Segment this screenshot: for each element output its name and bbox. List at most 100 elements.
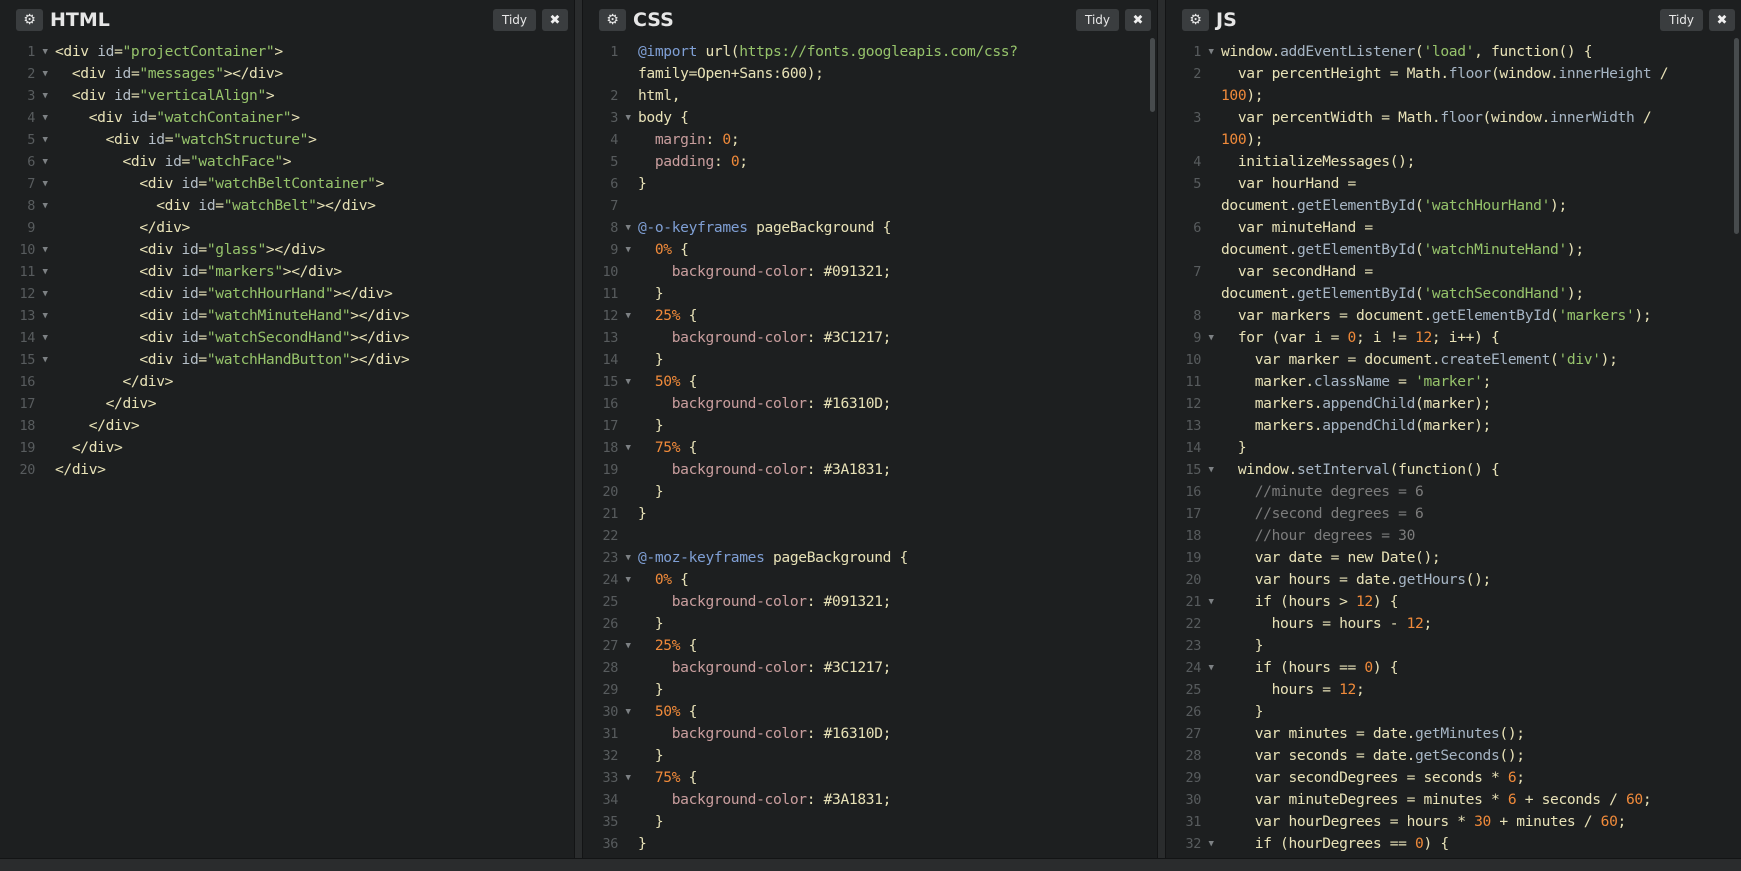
js-code-editor[interactable]: 1 ▼ window.addEventListener('load', functi… [1166, 41, 1741, 858]
css-code-editor[interactable]: 1 @import url(https://fonts.googleapis.co… [583, 41, 1157, 858]
fold-arrow-icon[interactable]: ▼ [39, 41, 51, 63]
code-line[interactable]: 19 var date = new Date(); [1166, 547, 1741, 569]
html-code-editor[interactable]: 1 ▼ <div id="projectContainer"> 2 ▼ <div id=… [0, 41, 574, 858]
code-line[interactable]: 10 background-color: #091321; [583, 261, 1157, 283]
fold-arrow-icon[interactable]: ▼ [1205, 327, 1217, 349]
html-close-icon[interactable]: ✖ [542, 9, 568, 31]
code-line[interactable]: 12 ▼ 25% { [583, 305, 1157, 327]
code-line[interactable]: 16 </div> [0, 371, 574, 393]
code-line[interactable]: 14 } [1166, 437, 1741, 459]
fold-arrow-icon[interactable]: ▼ [622, 547, 634, 569]
code-line[interactable]: 14 ▼ <div id="watchSecondHand"></div> [0, 327, 574, 349]
code-line[interactable]: 10 ▼ <div id="glass"></div> [0, 239, 574, 261]
code-line[interactable]: document.getElementById('watchHourHand')… [1166, 195, 1741, 217]
code-line[interactable]: 30 ▼ 50% { [583, 701, 1157, 723]
code-line[interactable]: 11 ▼ <div id="markers"></div> [0, 261, 574, 283]
fold-arrow-icon[interactable]: ▼ [39, 283, 51, 305]
fold-arrow-icon[interactable]: ▼ [1205, 833, 1217, 855]
fold-arrow-icon[interactable]: ▼ [622, 437, 634, 459]
code-line[interactable]: 28 var seconds = date.getSeconds(); [1166, 745, 1741, 767]
code-line[interactable]: 18 </div> [0, 415, 574, 437]
fold-arrow-icon[interactable]: ▼ [39, 151, 51, 173]
code-line[interactable]: 12 ▼ <div id="watchHourHand"></div> [0, 283, 574, 305]
code-line[interactable]: 3 ▼ <div id="verticalAlign"> [0, 85, 574, 107]
code-line[interactable]: 9 ▼ 0% { [583, 239, 1157, 261]
code-line[interactable]: 1 ▼ window.addEventListener('load', functi… [1166, 41, 1741, 63]
code-line[interactable]: 15 ▼ window.setInterval(function() { [1166, 459, 1741, 481]
code-line[interactable]: 20 var hours = date.getHours(); [1166, 569, 1741, 591]
fold-arrow-icon[interactable]: ▼ [39, 261, 51, 283]
fold-arrow-icon[interactable]: ▼ [39, 305, 51, 327]
code-line[interactable]: 24 ▼ if (hours == 0) { [1166, 657, 1741, 679]
code-line[interactable]: 8 ▼ @-o-keyframes pageBackground { [583, 217, 1157, 239]
code-line[interactable]: 1 @import url(https://fonts.googleapis.co… [583, 41, 1157, 63]
code-line[interactable]: 100); [1166, 85, 1741, 107]
fold-arrow-icon[interactable]: ▼ [39, 195, 51, 217]
fold-arrow-icon[interactable]: ▼ [622, 569, 634, 591]
fold-arrow-icon[interactable]: ▼ [39, 349, 51, 371]
code-line[interactable]: 13 markers.appendChild(marker); [1166, 415, 1741, 437]
fold-arrow-icon[interactable]: ▼ [39, 327, 51, 349]
fold-arrow-icon[interactable]: ▼ [39, 63, 51, 85]
code-line[interactable]: 12 markers.appendChild(marker); [1166, 393, 1741, 415]
code-line[interactable]: 28 background-color: #3C1217; [583, 657, 1157, 679]
fold-arrow-icon[interactable]: ▼ [622, 635, 634, 657]
panel-divider[interactable] [574, 0, 583, 858]
css-tidy-button[interactable]: Tidy [1075, 9, 1119, 31]
fold-arrow-icon[interactable]: ▼ [622, 107, 634, 129]
code-line[interactable]: 25 background-color: #091321; [583, 591, 1157, 613]
code-line[interactable]: 20 } [583, 481, 1157, 503]
code-line[interactable]: 22 [583, 525, 1157, 547]
code-line[interactable]: 1 ▼ <div id="projectContainer"> [0, 41, 574, 63]
code-line[interactable]: 17 } [583, 415, 1157, 437]
fold-arrow-icon[interactable]: ▼ [39, 107, 51, 129]
fold-arrow-icon[interactable]: ▼ [39, 85, 51, 107]
code-line[interactable]: 24 ▼ 0% { [583, 569, 1157, 591]
js-scrollbar[interactable] [1734, 38, 1739, 234]
fold-arrow-icon[interactable]: ▼ [39, 239, 51, 261]
fold-arrow-icon[interactable]: ▼ [622, 305, 634, 327]
code-line[interactable]: 7 ▼ <div id="watchBeltContainer"> [0, 173, 574, 195]
code-line[interactable]: 32 } [583, 745, 1157, 767]
fold-arrow-icon[interactable]: ▼ [622, 371, 634, 393]
code-line[interactable]: 23 } [1166, 635, 1741, 657]
code-line[interactable]: 29 } [583, 679, 1157, 701]
code-line[interactable]: document.getElementById('watchMinuteHand… [1166, 239, 1741, 261]
code-line[interactable]: 100); [1166, 129, 1741, 151]
code-line[interactable]: 19 </div> [0, 437, 574, 459]
code-line[interactable]: 35 } [583, 811, 1157, 833]
code-line[interactable]: 7 var secondHand = [1166, 261, 1741, 283]
code-line[interactable]: 4 initializeMessages(); [1166, 151, 1741, 173]
code-line[interactable]: 14 } [583, 349, 1157, 371]
code-line[interactable]: document.getElementById('watchSecondHand… [1166, 283, 1741, 305]
code-line[interactable]: 5 padding: 0; [583, 151, 1157, 173]
code-line[interactable]: 7 [583, 195, 1157, 217]
code-line[interactable]: 27 var minutes = date.getMinutes(); [1166, 723, 1741, 745]
fold-arrow-icon[interactable]: ▼ [39, 173, 51, 195]
code-line[interactable]: 13 ▼ <div id="watchMinuteHand"></div> [0, 305, 574, 327]
js-close-icon[interactable]: ✖ [1709, 9, 1735, 31]
fold-arrow-icon[interactable]: ▼ [622, 239, 634, 261]
fold-arrow-icon[interactable]: ▼ [622, 217, 634, 239]
css-settings-gear-icon[interactable]: ⚙ [599, 9, 626, 31]
code-line[interactable]: 20 </div> [0, 459, 574, 481]
code-line[interactable]: 19 background-color: #3A1831; [583, 459, 1157, 481]
code-line[interactable]: 16 background-color: #16310D; [583, 393, 1157, 415]
code-line[interactable]: 26 } [1166, 701, 1741, 723]
code-line[interactable]: 10 var marker = document.createElement('… [1166, 349, 1741, 371]
code-line[interactable]: 31 var hourDegrees = hours * 30 + minute… [1166, 811, 1741, 833]
code-line[interactable]: 17 //second degrees = 6 [1166, 503, 1741, 525]
js-tidy-button[interactable]: Tidy [1659, 9, 1703, 31]
fold-arrow-icon[interactable]: ▼ [622, 767, 634, 789]
html-tidy-button[interactable]: Tidy [492, 9, 536, 31]
code-line[interactable]: 8 ▼ <div id="watchBelt"></div> [0, 195, 574, 217]
code-line[interactable]: 2 ▼ <div id="messages"></div> [0, 63, 574, 85]
code-line[interactable]: 9 ▼ for (var i = 0; i != 12; i++) { [1166, 327, 1741, 349]
fold-arrow-icon[interactable]: ▼ [1205, 657, 1217, 679]
code-line[interactable]: 32 ▼ if (hourDegrees == 0) { [1166, 833, 1741, 855]
code-line[interactable]: 3 ▼ body { [583, 107, 1157, 129]
code-line[interactable]: 27 ▼ 25% { [583, 635, 1157, 657]
code-line[interactable]: 23 ▼ @-moz-keyframes pageBackground { [583, 547, 1157, 569]
code-line[interactable]: 26 } [583, 613, 1157, 635]
code-line[interactable]: 34 background-color: #3A1831; [583, 789, 1157, 811]
